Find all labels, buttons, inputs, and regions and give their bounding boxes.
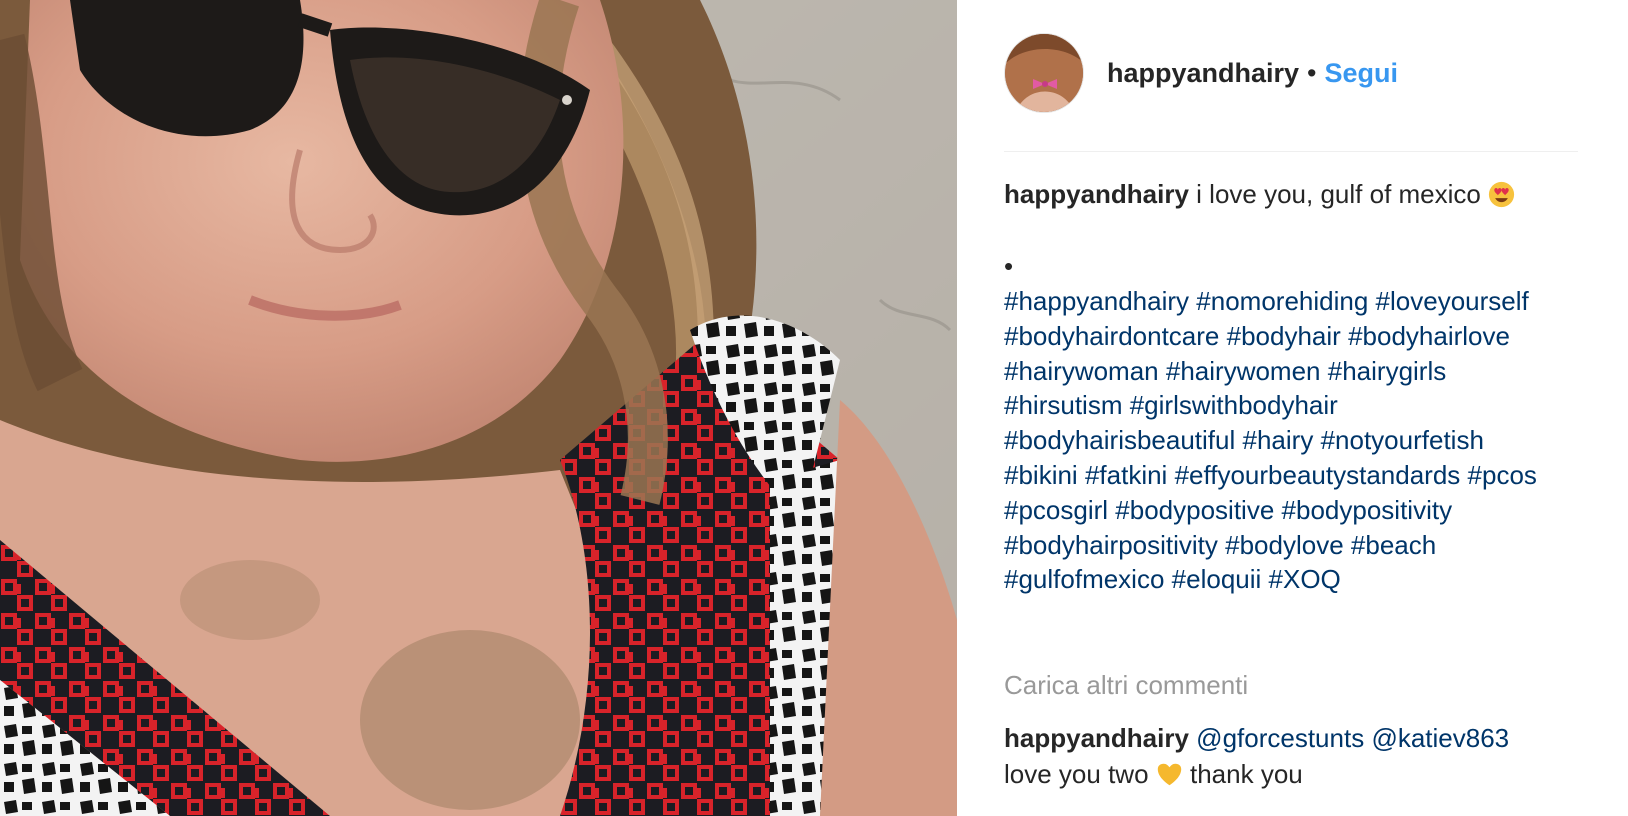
- hashtag-link[interactable]: #bodylove: [1225, 530, 1344, 560]
- post-photo[interactable]: [0, 0, 957, 816]
- comment: happyandhairy @gforcestunts @katiev863 l…: [1004, 720, 1584, 792]
- hashtag-link[interactable]: #hairygirls: [1328, 356, 1447, 386]
- hashtag-link[interactable]: #gulfofmexico: [1004, 564, 1164, 594]
- hashtag-list: #happyandhairy #nomorehiding #loveyourse…: [1004, 284, 1564, 597]
- heart-eyes-emoji-icon: [1488, 181, 1515, 208]
- hashtag-link[interactable]: #bodyhairisbeautiful: [1004, 425, 1235, 455]
- hashtag-link[interactable]: #pcos: [1468, 460, 1537, 490]
- post-caption: happyandhairy i love you, gulf of mexico…: [1004, 176, 1584, 597]
- caption-text: i love you, gulf of mexico: [1196, 179, 1481, 209]
- comment-text: thank you: [1190, 759, 1303, 789]
- header-divider: [1004, 151, 1578, 152]
- hashtag-link[interactable]: #nomorehiding: [1196, 286, 1368, 316]
- hashtag-link[interactable]: #hairy: [1243, 425, 1314, 455]
- hashtag-link[interactable]: #pcosgirl: [1004, 495, 1108, 525]
- comment-mention[interactable]: @katiev863: [1371, 723, 1509, 753]
- avatar[interactable]: [1004, 33, 1084, 113]
- caption-line: happyandhairy i love you, gulf of mexico: [1004, 176, 1584, 212]
- hashtag-link[interactable]: #fatkini: [1085, 460, 1167, 490]
- header-separator: •: [1307, 57, 1317, 88]
- load-more-comments-link[interactable]: Carica altri commenti: [1004, 670, 1248, 701]
- caption-username[interactable]: happyandhairy: [1004, 179, 1189, 209]
- post-username[interactable]: happyandhairy: [1107, 58, 1299, 89]
- hashtag-link[interactable]: #bodyhair: [1227, 321, 1341, 351]
- post-side-panel: happyandhairy • Segui happyandhairy i lo…: [957, 0, 1628, 816]
- comment-username[interactable]: happyandhairy: [1004, 723, 1189, 753]
- hashtag-link[interactable]: #hirsutism: [1004, 390, 1122, 420]
- hashtag-link[interactable]: #bodyhairdontcare: [1004, 321, 1219, 351]
- hashtag-link[interactable]: #notyourfetish: [1321, 425, 1484, 455]
- hashtag-link[interactable]: #bodyhairlove: [1348, 321, 1510, 351]
- comment-text: love you two: [1004, 759, 1149, 789]
- hashtag-link[interactable]: #hairywoman: [1004, 356, 1159, 386]
- comment-mention[interactable]: @gforcestunts: [1196, 723, 1364, 753]
- hashtag-link[interactable]: #girlswithbodyhair: [1130, 390, 1338, 420]
- hashtag-link[interactable]: #hairywomen: [1166, 356, 1321, 386]
- hashtag-link[interactable]: #happyandhairy: [1004, 286, 1189, 316]
- hashtag-link[interactable]: #bodypositivity: [1282, 495, 1453, 525]
- caption-bullet: •: [1004, 251, 1014, 281]
- hashtag-link[interactable]: #beach: [1351, 530, 1436, 560]
- post-header: happyandhairy • Segui: [1004, 33, 1564, 113]
- beach-selfie-image: [0, 0, 957, 816]
- follow-button[interactable]: Segui: [1325, 58, 1399, 89]
- hashtag-link[interactable]: #effyourbeautystandards: [1175, 460, 1461, 490]
- hashtag-link[interactable]: #loveyourself: [1376, 286, 1529, 316]
- hashtag-link[interactable]: #XOQ: [1269, 564, 1341, 594]
- hashtag-link[interactable]: #bodypositive: [1115, 495, 1274, 525]
- hashtag-link[interactable]: #bikini: [1004, 460, 1078, 490]
- instagram-post: happyandhairy • Segui happyandhairy i lo…: [0, 0, 1628, 816]
- yellow-heart-emoji-icon: [1156, 761, 1183, 788]
- hashtag-link[interactable]: #eloquii: [1172, 564, 1262, 594]
- hashtag-link[interactable]: #bodyhairpositivity: [1004, 530, 1218, 560]
- avatar-image: [1005, 34, 1083, 112]
